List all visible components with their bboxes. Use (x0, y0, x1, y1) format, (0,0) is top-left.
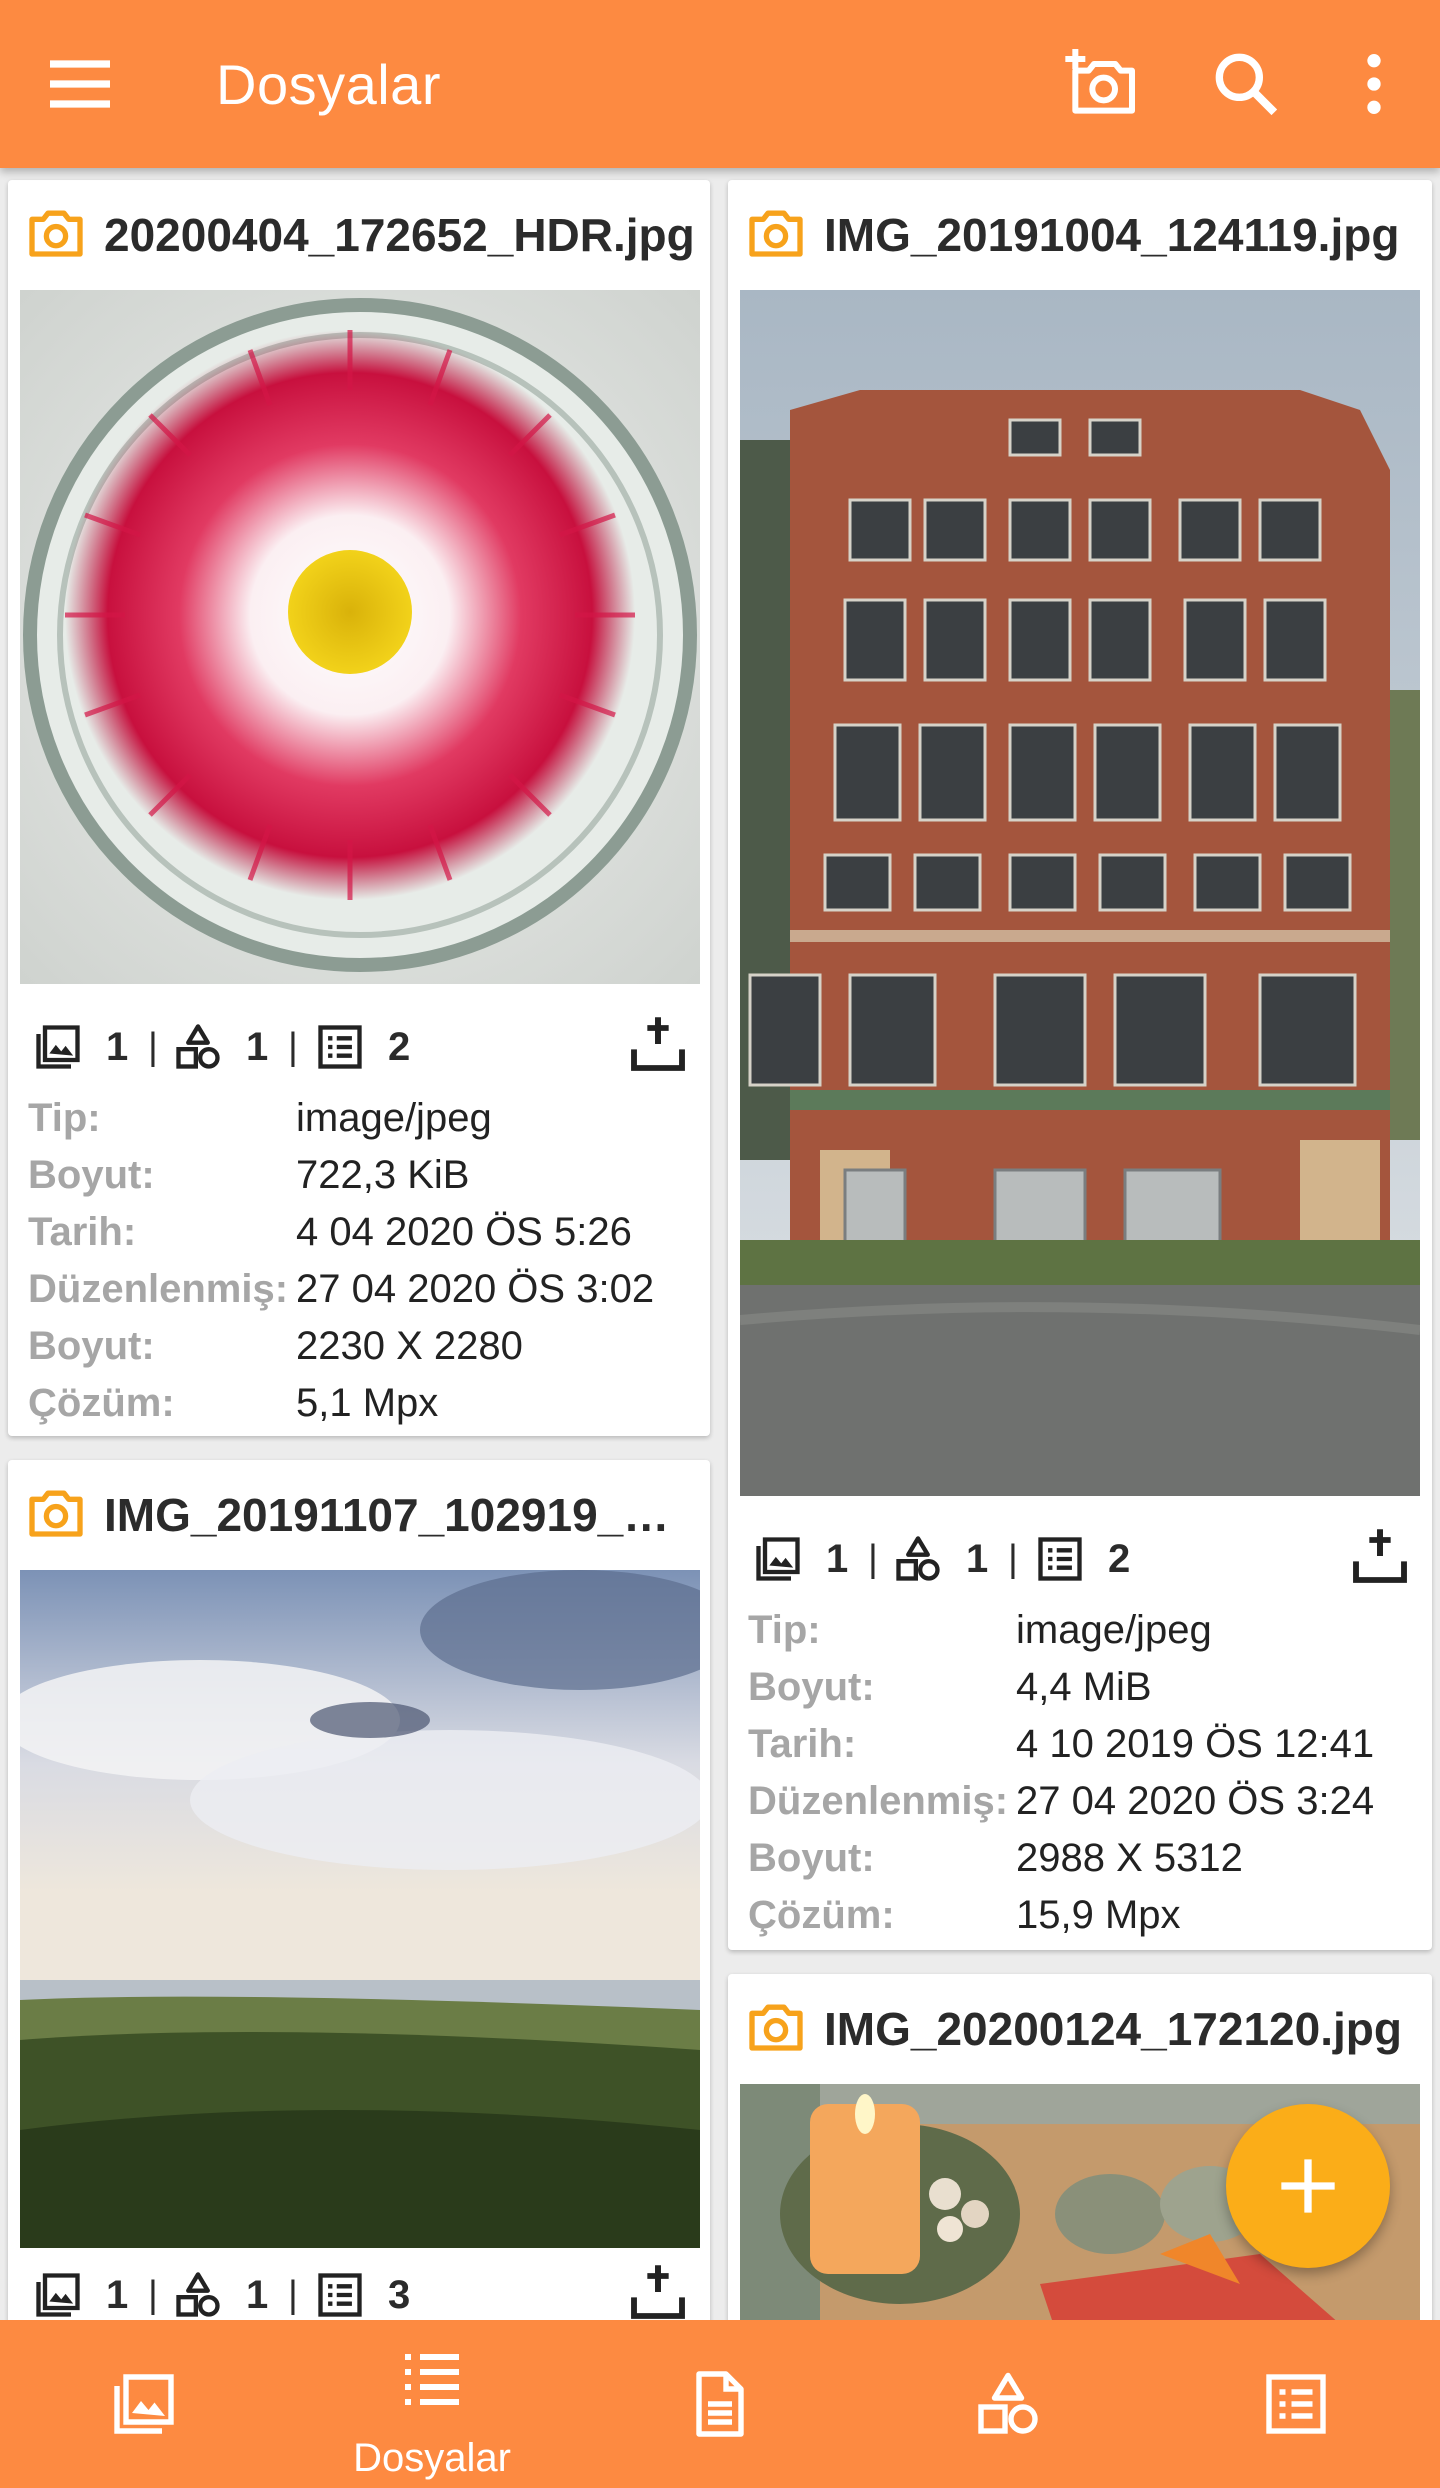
app-bar: Dosyalar (0, 0, 1440, 168)
card-header: IMG_20191107_102919_HDR.jpg (8, 1460, 710, 1560)
image-count-icon (752, 1533, 804, 1585)
card-header: IMG_20191004_124119.jpg (728, 180, 1432, 280)
file-card[interactable]: IMG_20191004_124119.jpg 1 | 1 | 2 Tip: i… (728, 180, 1432, 1950)
document-icon (696, 2371, 744, 2437)
file-name: IMG_20191004_124119.jpg (824, 209, 1400, 261)
image-count-icon (32, 2269, 84, 2321)
photo-thumbnail[interactable] (740, 290, 1420, 1496)
list-count: 3 (388, 2272, 411, 2317)
shapes-count-icon (172, 1021, 224, 1073)
file-name: IMG_20200124_172120.jpg (824, 2003, 1402, 2055)
nav-lists[interactable] (1196, 2320, 1396, 2488)
image-count: 1 (106, 1024, 129, 1069)
bottom-navigation: Dosyalar (0, 2320, 1440, 2488)
menu-icon[interactable] (40, 44, 120, 124)
file-card[interactable]: 20200404_172652_HDR.jpg 1 | 1 | 2 Tip: i… (8, 180, 710, 1436)
list-count: 2 (1108, 1536, 1131, 1581)
image-count: 1 (106, 2272, 129, 2317)
file-card[interactable]: IMG_20191107_102919_HDR.jpg 1 | (8, 1460, 710, 2340)
card-header: IMG_20200124_172120.jpg (728, 1974, 1432, 2074)
shapes-icon (978, 2372, 1038, 2434)
card-stats: 1 | 1 | 2 (740, 1524, 1420, 1594)
add-fab-button[interactable] (1226, 2104, 1390, 2268)
nav-images[interactable] (44, 2320, 244, 2488)
list-count: 2 (388, 1024, 411, 1069)
search-icon[interactable] (1206, 44, 1286, 124)
image-icon (114, 2374, 174, 2434)
photo-thumbnail[interactable] (20, 1570, 700, 2248)
file-name: IMG_20191107_102919_HDR.jpg (104, 1489, 698, 1541)
shapes-count: 1 (246, 2272, 269, 2317)
list-count-icon (314, 1021, 366, 1073)
nav-shapes[interactable] (908, 2320, 1108, 2488)
list-count-icon (1034, 1533, 1086, 1585)
file-metadata: Tip: image/jpeg Boyut: 4,4 MiB Tarih: 4 10 … (748, 1608, 1375, 1937)
shapes-count-icon (172, 2269, 224, 2321)
camera-icon (744, 1996, 808, 2060)
list-box-icon (1266, 2374, 1326, 2434)
upload-icon[interactable] (1348, 1524, 1412, 1588)
add-photo-icon[interactable] (1062, 44, 1142, 124)
shapes-count: 1 (246, 1024, 269, 1069)
upload-icon[interactable] (626, 1012, 690, 1076)
camera-icon (744, 202, 808, 266)
list-count-icon (314, 2269, 366, 2321)
page-title: Dosyalar (216, 53, 441, 116)
nav-documents[interactable] (620, 2320, 820, 2488)
nav-files-label: Dosyalar (353, 2436, 511, 2480)
plus-icon (1281, 2159, 1335, 2213)
image-count-icon (32, 1021, 84, 1073)
card-header: 20200404_172652_HDR.jpg (8, 180, 710, 280)
shapes-count: 1 (966, 1536, 989, 1581)
photo-thumbnail[interactable] (20, 290, 700, 984)
camera-icon (24, 202, 88, 266)
list-icon (405, 2354, 459, 2405)
file-metadata: Tip: image/jpeg Boyut: 722,3 KiB Tarih: 4 0… (28, 1096, 655, 1425)
upload-icon[interactable] (626, 2260, 690, 2324)
card-stats: 1 | 1 | 2 (20, 1012, 698, 1082)
file-name: 20200404_172652_HDR.jpg (104, 209, 695, 261)
more-vert-icon[interactable] (1334, 44, 1414, 124)
nav-files[interactable]: Dosyalar (332, 2320, 532, 2488)
shapes-count-icon (892, 1533, 944, 1585)
image-count: 1 (826, 1536, 849, 1581)
camera-icon (24, 1482, 88, 1546)
